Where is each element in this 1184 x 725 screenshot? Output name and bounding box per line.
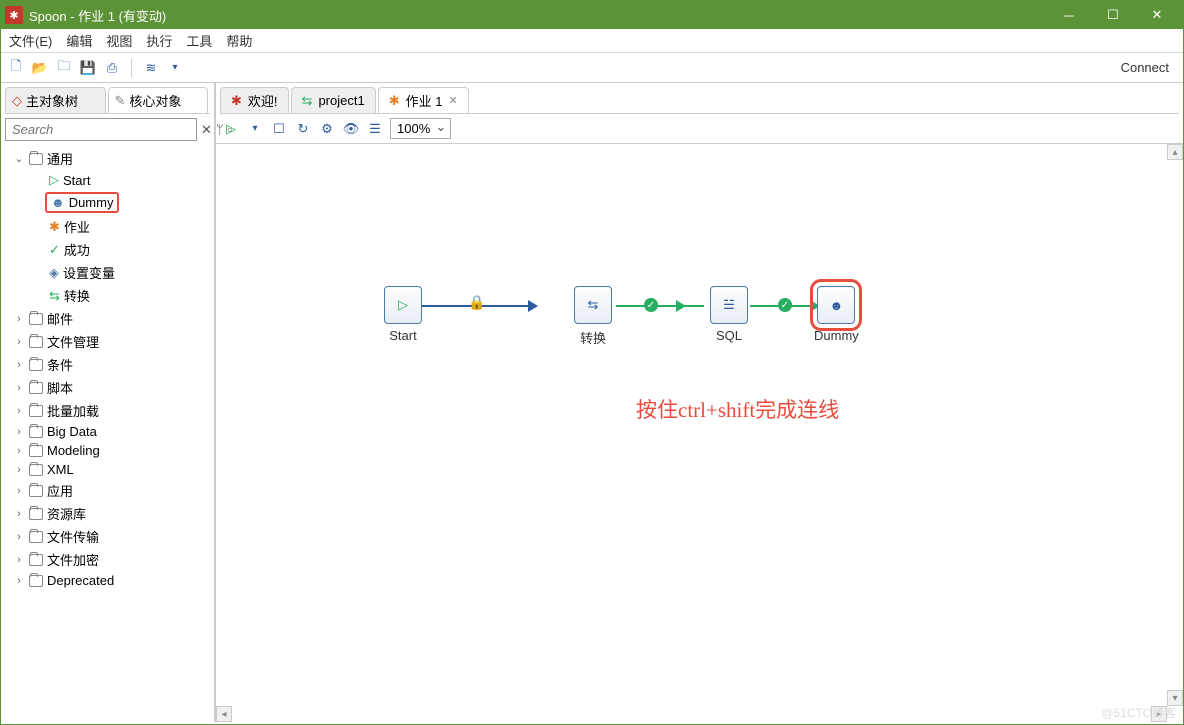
node-start[interactable]: ▷ Start [384, 286, 422, 343]
menu-help[interactable]: 帮助 [226, 31, 252, 50]
scroll-up-icon[interactable]: ▴ [1167, 144, 1183, 160]
menu-file[interactable]: 文件(E) [9, 31, 52, 50]
job-canvas[interactable]: 🔒 ✓ ✓ ▷ Start ⇆ 转换 ☱ SQL ☻ Dummy [216, 144, 1183, 722]
check-circle-icon: ✓ [778, 298, 792, 312]
close-button[interactable]: ✕ [1135, 1, 1179, 29]
sql-icon: ☱ [723, 297, 735, 313]
tree-folder[interactable]: ›文件管理 [1, 330, 214, 353]
tree-folder[interactable]: ›Big Data [1, 422, 214, 441]
tree-item-setvar[interactable]: ◈设置变量 [1, 261, 214, 284]
tree-item-transform[interactable]: ⇆转换 [1, 284, 214, 307]
sidebar: ◇主对象树 ✎核心对象 ✕ ᛘ ▫ ⌄通用 ▷Start ☻Dummy ✱作业 … [1, 83, 215, 722]
stop-icon[interactable]: ☐ [270, 120, 288, 138]
sql-icon[interactable]: ⚙ [318, 120, 336, 138]
minimize-button[interactable]: ─ [1047, 1, 1091, 29]
save-as-icon[interactable]: ⎙ [103, 59, 121, 77]
tree-folder[interactable]: ›文件传输 [1, 525, 214, 548]
tree-item-start[interactable]: ▷Start [1, 170, 214, 190]
zoom-select[interactable]: 100% [390, 118, 451, 139]
job-icon: ✱ [49, 219, 60, 235]
main-toolbar: 🗋 📂 🗀 💾 ⎙ ≋ ▾ Connect [1, 53, 1183, 83]
sidebar-tab-design[interactable]: ✎核心对象 [108, 87, 209, 113]
tab-project[interactable]: ⇆project1 [291, 87, 376, 113]
annotation-text: 按住ctrl+shift完成连线 [636, 394, 839, 424]
lock-icon: 🔒 [468, 294, 485, 311]
menu-action[interactable]: 执行 [146, 31, 172, 50]
results-icon[interactable]: ☰ [366, 120, 384, 138]
play-icon: ▷ [398, 297, 408, 313]
tree-folder[interactable]: ›批量加载 [1, 399, 214, 422]
tab-job[interactable]: ✱作业 1✕ [378, 87, 469, 113]
close-tab-icon[interactable]: ✕ [448, 94, 457, 107]
tree-folder[interactable]: ›邮件 [1, 307, 214, 330]
clear-search-icon[interactable]: ✕ [201, 122, 212, 138]
transform-icon: ⇆ [588, 297, 599, 313]
layers-icon[interactable]: ≋ [142, 59, 160, 77]
tree-item-success[interactable]: ✓成功 [1, 238, 214, 261]
replay-icon[interactable]: ↻ [294, 120, 312, 138]
save-icon[interactable]: 💾 [79, 59, 97, 77]
check-icon: ✓ [49, 242, 60, 258]
menu-view[interactable]: 视图 [106, 31, 132, 50]
canvas-toolbar: ▷ ▾ ☐ ↻ ⚙ 👁 ☰ 100% [216, 114, 1183, 144]
tree-folder-generic[interactable]: ⌄通用 [1, 147, 214, 170]
check-circle-icon: ✓ [644, 298, 658, 312]
connect-button[interactable]: Connect [1113, 60, 1177, 75]
chevron-down-icon[interactable]: ▾ [246, 120, 264, 138]
tree-item-dummy[interactable]: ☻Dummy [45, 192, 119, 213]
tab-welcome[interactable]: ✱欢迎! [220, 87, 289, 113]
tree-folder[interactable]: ›XML [1, 460, 214, 479]
transform-icon: ⇆ [49, 288, 60, 304]
workarea: ✱欢迎! ⇆project1 ✱作业 1✕ ▷ ▾ ☐ ↻ ⚙ 👁 ☰ 100%… [215, 83, 1183, 722]
watermark: @51CTO博客 [1101, 704, 1176, 721]
menubar: 文件(E) 编辑 视图 执行 工具 帮助 [1, 29, 1183, 53]
job-icon: ✱ [389, 93, 400, 109]
tree-folder[interactable]: ›Deprecated [1, 571, 214, 590]
tree-folder[interactable]: ›条件 [1, 353, 214, 376]
open-icon[interactable]: 📂 [31, 59, 49, 77]
play-icon: ▷ [49, 172, 59, 188]
dummy-icon: ☻ [830, 298, 844, 313]
component-tree: ⌄通用 ▷Start ☻Dummy ✱作业 ✓成功 ◈设置变量 ⇆转换 ›邮件›… [1, 145, 214, 722]
tree-item-job[interactable]: ✱作业 [1, 215, 214, 238]
preview-icon[interactable]: 👁 [342, 120, 360, 138]
tag-icon: ◈ [49, 265, 59, 281]
window-title: Spoon - 作业 1 (有变动) [29, 6, 166, 25]
welcome-icon: ✱ [231, 93, 242, 109]
node-dummy[interactable]: ☻ Dummy [814, 286, 859, 343]
tree-folder[interactable]: ›应用 [1, 479, 214, 502]
new-file-icon[interactable]: 🗋 [7, 59, 25, 77]
node-sql[interactable]: ☱ SQL [710, 286, 748, 343]
menu-edit[interactable]: 编辑 [66, 31, 92, 50]
tree-folder[interactable]: ›Modeling [1, 441, 214, 460]
chevron-down-icon[interactable]: ▾ [166, 59, 184, 77]
titlebar: ✱ Spoon - 作业 1 (有变动) ─ ☐ ✕ [1, 1, 1183, 29]
app-logo-icon: ✱ [5, 6, 23, 24]
maximize-button[interactable]: ☐ [1091, 1, 1135, 29]
scroll-left-icon[interactable]: ◂ [216, 706, 232, 722]
sidebar-tab-view[interactable]: ◇主对象树 [5, 87, 106, 113]
dummy-icon: ☻ [51, 195, 65, 210]
explore-icon[interactable]: 🗀 [55, 59, 73, 77]
search-input[interactable] [5, 118, 197, 141]
transform-icon: ⇆ [302, 93, 313, 109]
node-transform[interactable]: ⇆ 转换 [574, 286, 612, 347]
tree-folder[interactable]: ›文件加密 [1, 548, 214, 571]
menu-tools[interactable]: 工具 [186, 31, 212, 50]
run-icon[interactable]: ▷ [222, 120, 240, 138]
tree-folder[interactable]: ›资源库 [1, 502, 214, 525]
tree-folder[interactable]: ›脚本 [1, 376, 214, 399]
